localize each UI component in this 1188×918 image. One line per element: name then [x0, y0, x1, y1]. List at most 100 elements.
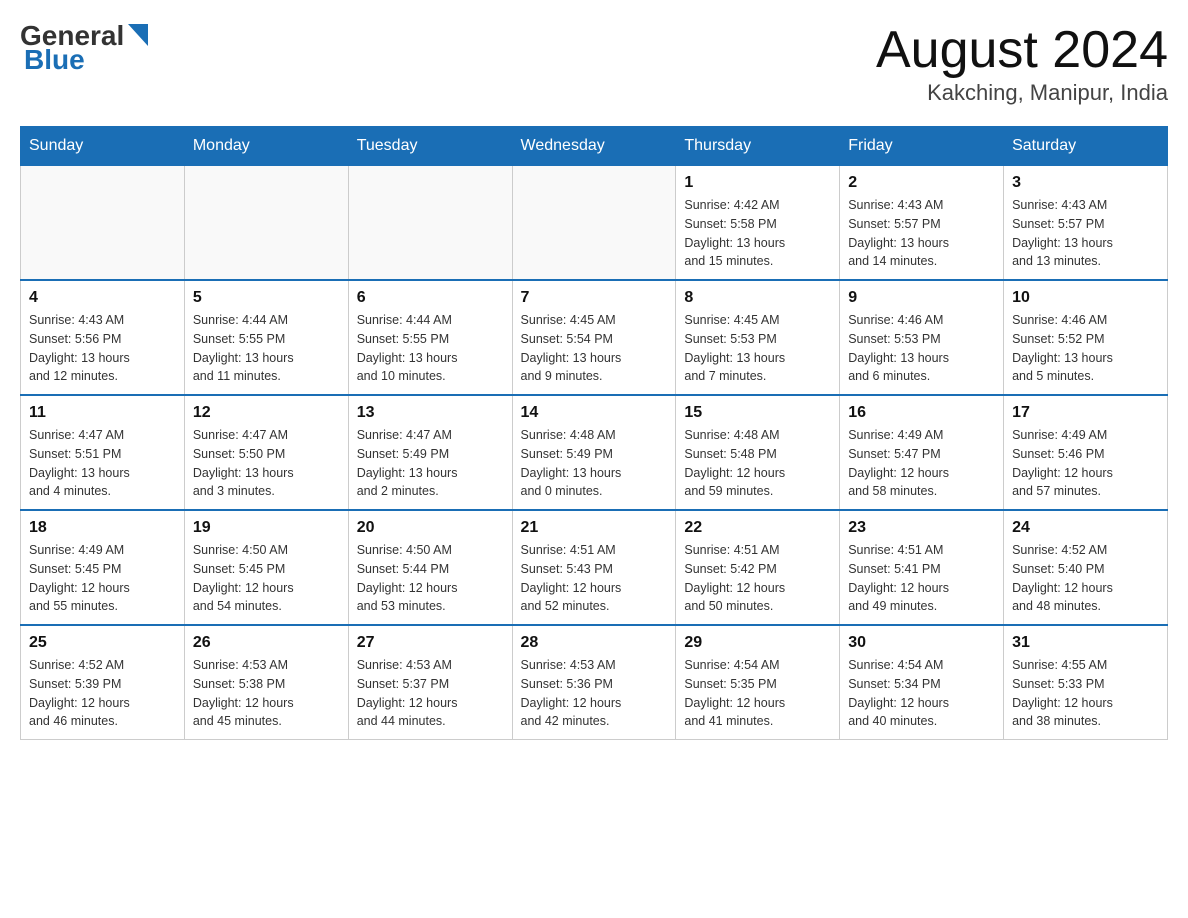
day-info: Sunrise: 4:47 AM Sunset: 5:49 PM Dayligh… — [357, 426, 504, 501]
weekday-header-wednesday: Wednesday — [512, 127, 676, 166]
day-info: Sunrise: 4:53 AM Sunset: 5:38 PM Dayligh… — [193, 656, 340, 731]
calendar-cell: 3Sunrise: 4:43 AM Sunset: 5:57 PM Daylig… — [1004, 166, 1168, 281]
calendar-table: SundayMondayTuesdayWednesdayThursdayFrid… — [20, 126, 1168, 740]
day-info: Sunrise: 4:47 AM Sunset: 5:51 PM Dayligh… — [29, 426, 176, 501]
calendar-cell: 27Sunrise: 4:53 AM Sunset: 5:37 PM Dayli… — [348, 625, 512, 740]
day-number: 9 — [848, 289, 995, 307]
calendar-cell — [184, 166, 348, 281]
week-row-4: 18 Sunrise: 4:49 AM Sunset: 5:45 PM Dayli… — [21, 510, 1168, 625]
day-info: Sunrise: 4:44 AM Sunset: 5:55 PM Dayligh… — [357, 311, 504, 386]
day-info: Sunrise: 4:52 AM Sunset: 5:39 PM Dayligh… — [29, 656, 176, 731]
day-number: 26 — [193, 634, 340, 652]
day-number: 13 — [357, 404, 504, 422]
calendar-cell: 29 Sunrise: 4:54 AM Sunset: 5:35 PM Dayli… — [676, 625, 840, 740]
day-info: Sunrise: 4:51 AM Sunset: 5:42 PM Dayligh… — [684, 541, 831, 616]
day-number: 30 — [848, 634, 995, 652]
title-block: August 2024 Kakching, Manipur, India — [876, 20, 1168, 106]
calendar-cell: 7Sunrise: 4:45 AM Sunset: 5:54 PM Daylig… — [512, 280, 676, 395]
day-info: Sunrise: 4:46 AM Sunset: 5:53 PM Dayligh… — [848, 311, 995, 386]
day-number: 1 — [684, 174, 831, 192]
calendar-cell: 6 Sunrise: 4:44 AM Sunset: 5:55 PM Daylig… — [348, 280, 512, 395]
calendar-cell: 4Sunrise: 4:43 AM Sunset: 5:56 PM Daylig… — [21, 280, 185, 395]
week-row-5: 25 Sunrise: 4:52 AM Sunset: 5:39 PM Dayli… — [21, 625, 1168, 740]
day-number: 20 — [357, 519, 504, 537]
day-number: 25 — [29, 634, 176, 652]
week-row-3: 11Sunrise: 4:47 AM Sunset: 5:51 PM Dayli… — [21, 395, 1168, 510]
day-number: 2 — [848, 174, 995, 192]
week-row-2: 4Sunrise: 4:43 AM Sunset: 5:56 PM Daylig… — [21, 280, 1168, 395]
day-number: 23 — [848, 519, 995, 537]
calendar-cell: 1 Sunrise: 4:42 AM Sunset: 5:58 PM Daylig… — [676, 166, 840, 281]
calendar-cell: 15 Sunrise: 4:48 AM Sunset: 5:48 PM Dayli… — [676, 395, 840, 510]
weekday-header-row: SundayMondayTuesdayWednesdayThursdayFrid… — [21, 127, 1168, 166]
day-number: 10 — [1012, 289, 1159, 307]
day-info: Sunrise: 4:46 AM Sunset: 5:52 PM Dayligh… — [1012, 311, 1159, 386]
page-header: General Blue August 2024 Kakching, Manip… — [20, 20, 1168, 106]
calendar-location: Kakching, Manipur, India — [876, 80, 1168, 106]
day-number: 22 — [684, 519, 831, 537]
day-info: Sunrise: 4:43 AM Sunset: 5:57 PM Dayligh… — [1012, 196, 1159, 271]
calendar-cell: 16Sunrise: 4:49 AM Sunset: 5:47 PM Dayli… — [840, 395, 1004, 510]
day-number: 8 — [684, 289, 831, 307]
day-info: Sunrise: 4:44 AM Sunset: 5:55 PM Dayligh… — [193, 311, 340, 386]
weekday-header-friday: Friday — [840, 127, 1004, 166]
day-info: Sunrise: 4:49 AM Sunset: 5:45 PM Dayligh… — [29, 541, 176, 616]
calendar-cell — [348, 166, 512, 281]
logo-triangle-icon — [128, 24, 148, 46]
day-number: 28 — [521, 634, 668, 652]
day-number: 12 — [193, 404, 340, 422]
day-number: 19 — [193, 519, 340, 537]
weekday-header-monday: Monday — [184, 127, 348, 166]
day-info: Sunrise: 4:55 AM Sunset: 5:33 PM Dayligh… — [1012, 656, 1159, 731]
calendar-cell: 30 Sunrise: 4:54 AM Sunset: 5:34 PM Dayli… — [840, 625, 1004, 740]
calendar-cell: 31 Sunrise: 4:55 AM Sunset: 5:33 PM Dayli… — [1004, 625, 1168, 740]
day-number: 29 — [684, 634, 831, 652]
logo: General Blue — [20, 20, 148, 76]
day-number: 15 — [684, 404, 831, 422]
weekday-header-thursday: Thursday — [676, 127, 840, 166]
day-number: 21 — [521, 519, 668, 537]
calendar-cell: 5 Sunrise: 4:44 AM Sunset: 5:55 PM Daylig… — [184, 280, 348, 395]
day-info: Sunrise: 4:48 AM Sunset: 5:48 PM Dayligh… — [684, 426, 831, 501]
weekday-header-tuesday: Tuesday — [348, 127, 512, 166]
calendar-cell: 20 Sunrise: 4:50 AM Sunset: 5:44 PM Dayli… — [348, 510, 512, 625]
day-number: 6 — [357, 289, 504, 307]
day-info: Sunrise: 4:54 AM Sunset: 5:35 PM Dayligh… — [684, 656, 831, 731]
day-info: Sunrise: 4:51 AM Sunset: 5:41 PM Dayligh… — [848, 541, 995, 616]
day-number: 31 — [1012, 634, 1159, 652]
day-info: Sunrise: 4:52 AM Sunset: 5:40 PM Dayligh… — [1012, 541, 1159, 616]
day-info: Sunrise: 4:45 AM Sunset: 5:54 PM Dayligh… — [521, 311, 668, 386]
day-info: Sunrise: 4:53 AM Sunset: 5:37 PM Dayligh… — [357, 656, 504, 731]
day-number: 16 — [848, 404, 995, 422]
day-info: Sunrise: 4:51 AM Sunset: 5:43 PM Dayligh… — [521, 541, 668, 616]
day-info: Sunrise: 4:54 AM Sunset: 5:34 PM Dayligh… — [848, 656, 995, 731]
calendar-cell: 2 Sunrise: 4:43 AM Sunset: 5:57 PM Daylig… — [840, 166, 1004, 281]
calendar-cell: 21 Sunrise: 4:51 AM Sunset: 5:43 PM Dayli… — [512, 510, 676, 625]
weekday-header-sunday: Sunday — [21, 127, 185, 166]
week-row-1: 1 Sunrise: 4:42 AM Sunset: 5:58 PM Daylig… — [21, 166, 1168, 281]
calendar-cell — [21, 166, 185, 281]
day-info: Sunrise: 4:48 AM Sunset: 5:49 PM Dayligh… — [521, 426, 668, 501]
day-info: Sunrise: 4:42 AM Sunset: 5:58 PM Dayligh… — [684, 196, 831, 271]
calendar-cell: 13 Sunrise: 4:47 AM Sunset: 5:49 PM Dayli… — [348, 395, 512, 510]
calendar-cell: 8 Sunrise: 4:45 AM Sunset: 5:53 PM Daylig… — [676, 280, 840, 395]
day-info: Sunrise: 4:45 AM Sunset: 5:53 PM Dayligh… — [684, 311, 831, 386]
calendar-cell: 25 Sunrise: 4:52 AM Sunset: 5:39 PM Dayli… — [21, 625, 185, 740]
day-info: Sunrise: 4:50 AM Sunset: 5:44 PM Dayligh… — [357, 541, 504, 616]
day-number: 14 — [521, 404, 668, 422]
day-info: Sunrise: 4:43 AM Sunset: 5:57 PM Dayligh… — [848, 196, 995, 271]
calendar-cell: 26 Sunrise: 4:53 AM Sunset: 5:38 PM Dayli… — [184, 625, 348, 740]
calendar-cell: 24Sunrise: 4:52 AM Sunset: 5:40 PM Dayli… — [1004, 510, 1168, 625]
calendar-cell: 28Sunrise: 4:53 AM Sunset: 5:36 PM Dayli… — [512, 625, 676, 740]
calendar-cell: 17Sunrise: 4:49 AM Sunset: 5:46 PM Dayli… — [1004, 395, 1168, 510]
calendar-cell: 22 Sunrise: 4:51 AM Sunset: 5:42 PM Dayli… — [676, 510, 840, 625]
day-number: 18 — [29, 519, 176, 537]
logo-blue-text: Blue — [24, 44, 85, 76]
calendar-cell: 18 Sunrise: 4:49 AM Sunset: 5:45 PM Dayli… — [21, 510, 185, 625]
weekday-header-saturday: Saturday — [1004, 127, 1168, 166]
calendar-cell: 10 Sunrise: 4:46 AM Sunset: 5:52 PM Dayli… — [1004, 280, 1168, 395]
calendar-cell: 11Sunrise: 4:47 AM Sunset: 5:51 PM Dayli… — [21, 395, 185, 510]
calendar-cell: 14 Sunrise: 4:48 AM Sunset: 5:49 PM Dayli… — [512, 395, 676, 510]
day-number: 5 — [193, 289, 340, 307]
calendar-cell: 23 Sunrise: 4:51 AM Sunset: 5:41 PM Dayli… — [840, 510, 1004, 625]
